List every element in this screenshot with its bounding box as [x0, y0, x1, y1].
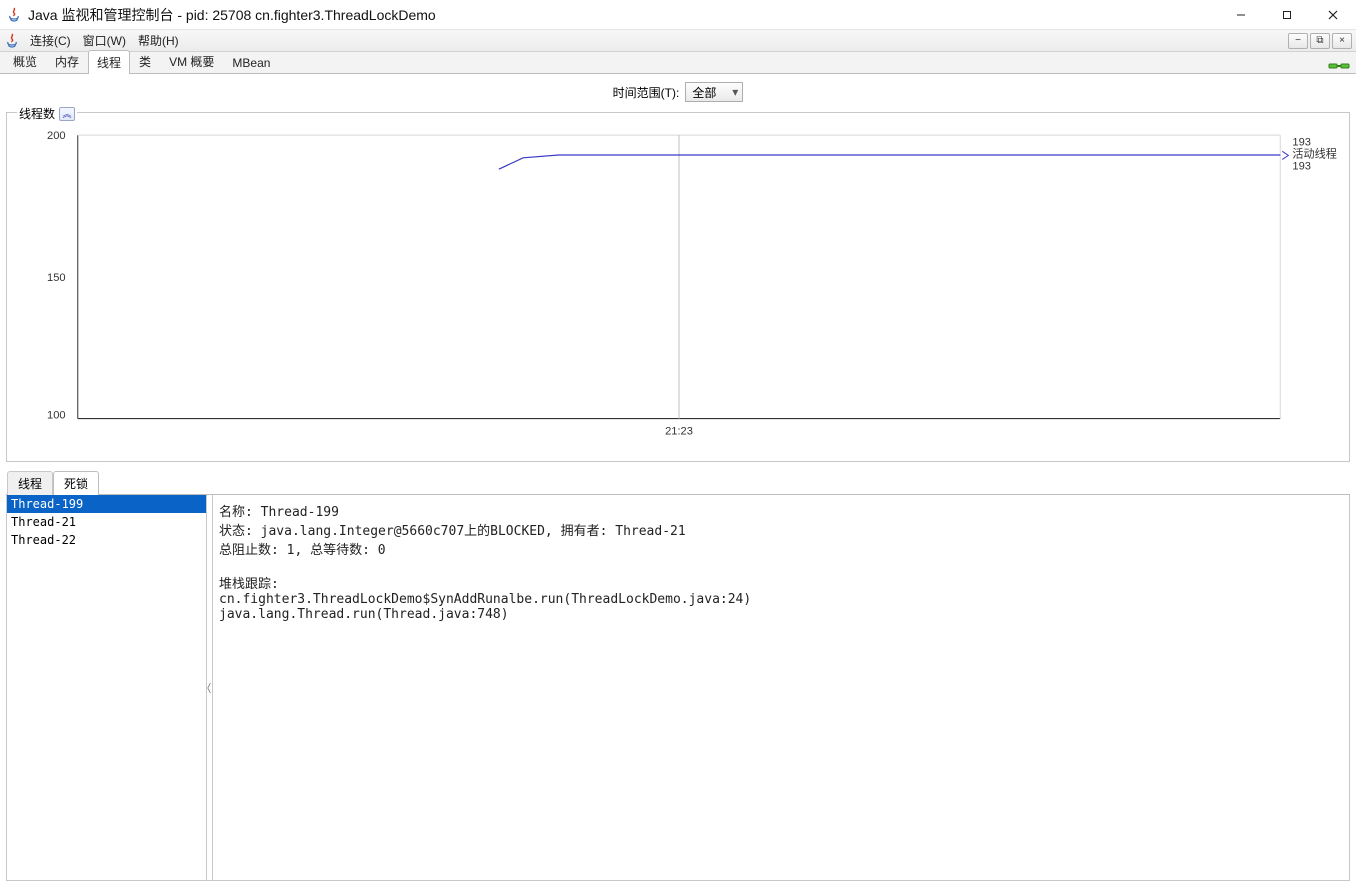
tab-memory[interactable]: 内存 — [46, 49, 88, 73]
window-title: Java 监视和管理控制台 - pid: 25708 cn.fighter3.T… — [28, 5, 436, 25]
doc-restore-button[interactable]: ⧉ — [1310, 33, 1330, 49]
maximize-button[interactable] — [1264, 0, 1310, 30]
ytick-200: 200 — [47, 130, 66, 142]
chevron-down-icon: ▾ — [732, 85, 738, 99]
close-button[interactable] — [1310, 0, 1356, 30]
menu-window[interactable]: 窗口(W) — [77, 30, 132, 51]
chart-legend: 线程数 ︽ — [17, 105, 77, 122]
content: 时间范围(T): 全部 ▾ 线程数 ︽ 200 150 100 — [0, 74, 1356, 885]
collapse-chart-button[interactable]: ︽ — [59, 107, 75, 121]
time-range-row: 时间范围(T): 全部 ▾ — [6, 78, 1350, 106]
doc-minimize-button[interactable]: − — [1288, 33, 1308, 49]
time-range-value: 全部 — [692, 84, 716, 101]
thread-list-item[interactable]: Thread-199 — [7, 495, 206, 513]
btm-tab-deadlock[interactable]: 死锁 — [53, 471, 99, 495]
ytick-150: 150 — [47, 272, 66, 284]
connection-indicator-icon — [1328, 59, 1350, 73]
tab-vm-summary[interactable]: VM 概要 — [160, 49, 223, 73]
minimize-button[interactable] — [1218, 0, 1264, 30]
tab-mbean[interactable]: MBean — [223, 52, 279, 73]
detail-state-value: java.lang.Integer@5660c707上的BLOCKED, 拥有者… — [261, 524, 686, 539]
time-range-combo[interactable]: 全部 ▾ — [685, 82, 743, 102]
window-controls — [1218, 0, 1356, 30]
thread-details[interactable]: 名称: Thread-199 状态: java.lang.Integer@566… — [213, 495, 1349, 880]
deadlock-panel: Thread-199 Thread-21 Thread-22 名称: Threa… — [6, 495, 1350, 881]
main-tabs: 概览 内存 线程 类 VM 概要 MBean — [0, 52, 1356, 74]
thread-list-item[interactable]: Thread-22 — [7, 531, 206, 549]
tab-threads[interactable]: 线程 — [88, 50, 130, 74]
menu-help[interactable]: 帮助(H) — [132, 30, 185, 51]
btm-tab-threads[interactable]: 线程 — [7, 471, 53, 495]
titlebar: Java 监视和管理控制台 - pid: 25708 cn.fighter3.T… — [0, 0, 1356, 30]
thread-list-item[interactable]: Thread-21 — [7, 513, 206, 531]
detail-state-label: 状态: — [219, 524, 253, 539]
menu-connect[interactable]: 连接(C) — [24, 30, 77, 51]
bottom-tabs: 线程 死锁 — [6, 470, 1350, 495]
chart-value-bottom: 193 — [1292, 161, 1311, 173]
ytick-100: 100 — [47, 410, 66, 422]
chart-title: 线程数 — [19, 105, 55, 122]
chart-value-top: 193 — [1292, 136, 1311, 148]
detail-stack-label: 堆栈跟踪: — [219, 577, 279, 592]
thread-list[interactable]: Thread-199 Thread-21 Thread-22 — [7, 495, 207, 880]
java-icon — [4, 33, 20, 49]
doc-close-button[interactable]: × — [1332, 33, 1352, 49]
detail-name-value: Thread-199 — [261, 505, 339, 520]
java-icon — [6, 7, 22, 23]
tab-overview[interactable]: 概览 — [4, 49, 46, 73]
thread-count-chart: 线程数 ︽ 200 150 100 21:23 — [6, 112, 1350, 462]
chart-series-name: 活动线程 — [1292, 146, 1337, 160]
chart-area[interactable]: 200 150 100 21:23 193 活动线程 — [15, 123, 1341, 450]
xtick-0: 21:23 — [665, 426, 693, 438]
document-controls: − ⧉ × — [1288, 33, 1356, 49]
detail-name-label: 名称: — [219, 505, 253, 520]
detail-counts: 总阻止数: 1, 总等待数: 0 — [219, 543, 386, 558]
tab-classes[interactable]: 类 — [130, 49, 160, 73]
stack-frame: cn.fighter3.ThreadLockDemo$SynAddRunalbe… — [219, 592, 751, 607]
time-range-label: 时间范围(T): — [613, 84, 680, 101]
stack-frame: java.lang.Thread.run(Thread.java:748) — [219, 607, 509, 622]
